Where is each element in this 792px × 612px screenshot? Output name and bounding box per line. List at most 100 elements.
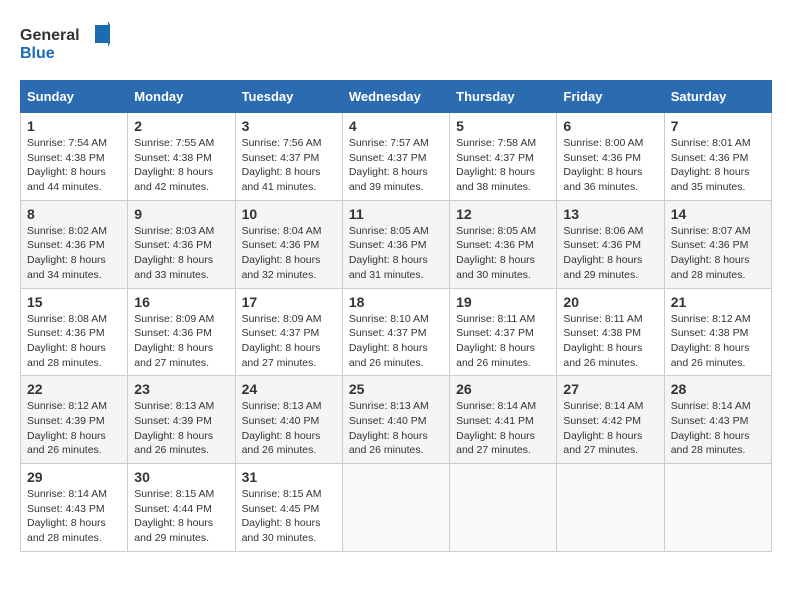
calendar: SundayMondayTuesdayWednesdayThursdayFrid… — [20, 80, 772, 552]
calendar-cell — [450, 464, 557, 552]
calendar-cell: 16 Sunrise: 8:09 AM Sunset: 4:36 PM Dayl… — [128, 288, 235, 376]
logo-svg: General Blue — [20, 20, 110, 70]
day-detail: Sunrise: 8:12 AM Sunset: 4:39 PM Dayligh… — [27, 399, 121, 458]
day-detail: Sunrise: 8:14 AM Sunset: 4:43 PM Dayligh… — [671, 399, 765, 458]
day-number: 5 — [456, 118, 550, 134]
day-number: 26 — [456, 381, 550, 397]
day-detail: Sunrise: 8:03 AM Sunset: 4:36 PM Dayligh… — [134, 224, 228, 283]
weekday-header-monday: Monday — [128, 81, 235, 113]
day-number: 3 — [242, 118, 336, 134]
calendar-cell — [342, 464, 449, 552]
day-number: 22 — [27, 381, 121, 397]
calendar-cell: 4 Sunrise: 7:57 AM Sunset: 4:37 PM Dayli… — [342, 113, 449, 201]
weekday-header-saturday: Saturday — [664, 81, 771, 113]
calendar-cell: 28 Sunrise: 8:14 AM Sunset: 4:43 PM Dayl… — [664, 376, 771, 464]
day-detail: Sunrise: 8:15 AM Sunset: 4:45 PM Dayligh… — [242, 487, 336, 546]
day-detail: Sunrise: 7:54 AM Sunset: 4:38 PM Dayligh… — [27, 136, 121, 195]
day-detail: Sunrise: 8:01 AM Sunset: 4:36 PM Dayligh… — [671, 136, 765, 195]
calendar-cell: 9 Sunrise: 8:03 AM Sunset: 4:36 PM Dayli… — [128, 200, 235, 288]
calendar-cell: 17 Sunrise: 8:09 AM Sunset: 4:37 PM Dayl… — [235, 288, 342, 376]
calendar-cell: 21 Sunrise: 8:12 AM Sunset: 4:38 PM Dayl… — [664, 288, 771, 376]
day-detail: Sunrise: 8:05 AM Sunset: 4:36 PM Dayligh… — [349, 224, 443, 283]
day-detail: Sunrise: 8:11 AM Sunset: 4:38 PM Dayligh… — [563, 312, 657, 371]
day-detail: Sunrise: 7:57 AM Sunset: 4:37 PM Dayligh… — [349, 136, 443, 195]
calendar-cell: 26 Sunrise: 8:14 AM Sunset: 4:41 PM Dayl… — [450, 376, 557, 464]
day-detail: Sunrise: 8:09 AM Sunset: 4:36 PM Dayligh… — [134, 312, 228, 371]
calendar-cell: 5 Sunrise: 7:58 AM Sunset: 4:37 PM Dayli… — [450, 113, 557, 201]
calendar-cell: 2 Sunrise: 7:55 AM Sunset: 4:38 PM Dayli… — [128, 113, 235, 201]
day-detail: Sunrise: 7:55 AM Sunset: 4:38 PM Dayligh… — [134, 136, 228, 195]
calendar-cell: 6 Sunrise: 8:00 AM Sunset: 4:36 PM Dayli… — [557, 113, 664, 201]
weekday-header-row: SundayMondayTuesdayWednesdayThursdayFrid… — [21, 81, 772, 113]
day-number: 28 — [671, 381, 765, 397]
calendar-week-row: 1 Sunrise: 7:54 AM Sunset: 4:38 PM Dayli… — [21, 113, 772, 201]
day-detail: Sunrise: 8:06 AM Sunset: 4:36 PM Dayligh… — [563, 224, 657, 283]
logo: General Blue — [20, 20, 110, 70]
day-number: 8 — [27, 206, 121, 222]
day-detail: Sunrise: 8:12 AM Sunset: 4:38 PM Dayligh… — [671, 312, 765, 371]
day-detail: Sunrise: 8:13 AM Sunset: 4:40 PM Dayligh… — [242, 399, 336, 458]
day-number: 17 — [242, 294, 336, 310]
day-number: 31 — [242, 469, 336, 485]
day-detail: Sunrise: 8:04 AM Sunset: 4:36 PM Dayligh… — [242, 224, 336, 283]
weekday-header-wednesday: Wednesday — [342, 81, 449, 113]
day-detail: Sunrise: 8:05 AM Sunset: 4:36 PM Dayligh… — [456, 224, 550, 283]
calendar-cell: 13 Sunrise: 8:06 AM Sunset: 4:36 PM Dayl… — [557, 200, 664, 288]
day-detail: Sunrise: 8:13 AM Sunset: 4:39 PM Dayligh… — [134, 399, 228, 458]
calendar-cell: 8 Sunrise: 8:02 AM Sunset: 4:36 PM Dayli… — [21, 200, 128, 288]
day-number: 7 — [671, 118, 765, 134]
day-detail: Sunrise: 8:13 AM Sunset: 4:40 PM Dayligh… — [349, 399, 443, 458]
day-number: 4 — [349, 118, 443, 134]
day-number: 6 — [563, 118, 657, 134]
calendar-cell: 25 Sunrise: 8:13 AM Sunset: 4:40 PM Dayl… — [342, 376, 449, 464]
weekday-header-tuesday: Tuesday — [235, 81, 342, 113]
day-number: 16 — [134, 294, 228, 310]
calendar-cell: 20 Sunrise: 8:11 AM Sunset: 4:38 PM Dayl… — [557, 288, 664, 376]
calendar-cell: 30 Sunrise: 8:15 AM Sunset: 4:44 PM Dayl… — [128, 464, 235, 552]
day-detail: Sunrise: 8:10 AM Sunset: 4:37 PM Dayligh… — [349, 312, 443, 371]
calendar-week-row: 15 Sunrise: 8:08 AM Sunset: 4:36 PM Dayl… — [21, 288, 772, 376]
day-detail: Sunrise: 8:02 AM Sunset: 4:36 PM Dayligh… — [27, 224, 121, 283]
day-number: 11 — [349, 206, 443, 222]
day-detail: Sunrise: 8:15 AM Sunset: 4:44 PM Dayligh… — [134, 487, 228, 546]
calendar-cell: 31 Sunrise: 8:15 AM Sunset: 4:45 PM Dayl… — [235, 464, 342, 552]
day-number: 10 — [242, 206, 336, 222]
calendar-cell: 11 Sunrise: 8:05 AM Sunset: 4:36 PM Dayl… — [342, 200, 449, 288]
header: General Blue — [20, 20, 772, 70]
day-number: 12 — [456, 206, 550, 222]
calendar-cell: 12 Sunrise: 8:05 AM Sunset: 4:36 PM Dayl… — [450, 200, 557, 288]
day-number: 15 — [27, 294, 121, 310]
calendar-cell: 15 Sunrise: 8:08 AM Sunset: 4:36 PM Dayl… — [21, 288, 128, 376]
calendar-week-row: 29 Sunrise: 8:14 AM Sunset: 4:43 PM Dayl… — [21, 464, 772, 552]
calendar-cell: 14 Sunrise: 8:07 AM Sunset: 4:36 PM Dayl… — [664, 200, 771, 288]
day-number: 9 — [134, 206, 228, 222]
calendar-cell — [664, 464, 771, 552]
day-number: 13 — [563, 206, 657, 222]
day-number: 21 — [671, 294, 765, 310]
weekday-header-friday: Friday — [557, 81, 664, 113]
calendar-cell: 7 Sunrise: 8:01 AM Sunset: 4:36 PM Dayli… — [664, 113, 771, 201]
calendar-cell: 1 Sunrise: 7:54 AM Sunset: 4:38 PM Dayli… — [21, 113, 128, 201]
svg-text:General: General — [20, 27, 80, 44]
day-number: 19 — [456, 294, 550, 310]
calendar-cell: 10 Sunrise: 8:04 AM Sunset: 4:36 PM Dayl… — [235, 200, 342, 288]
calendar-cell: 29 Sunrise: 8:14 AM Sunset: 4:43 PM Dayl… — [21, 464, 128, 552]
day-number: 30 — [134, 469, 228, 485]
day-detail: Sunrise: 8:00 AM Sunset: 4:36 PM Dayligh… — [563, 136, 657, 195]
calendar-cell: 19 Sunrise: 8:11 AM Sunset: 4:37 PM Dayl… — [450, 288, 557, 376]
day-detail: Sunrise: 8:09 AM Sunset: 4:37 PM Dayligh… — [242, 312, 336, 371]
day-number: 2 — [134, 118, 228, 134]
day-number: 14 — [671, 206, 765, 222]
day-detail: Sunrise: 7:58 AM Sunset: 4:37 PM Dayligh… — [456, 136, 550, 195]
calendar-week-row: 8 Sunrise: 8:02 AM Sunset: 4:36 PM Dayli… — [21, 200, 772, 288]
day-number: 23 — [134, 381, 228, 397]
day-detail: Sunrise: 8:08 AM Sunset: 4:36 PM Dayligh… — [27, 312, 121, 371]
svg-text:Blue: Blue — [20, 45, 55, 62]
calendar-cell: 18 Sunrise: 8:10 AM Sunset: 4:37 PM Dayl… — [342, 288, 449, 376]
day-detail: Sunrise: 7:56 AM Sunset: 4:37 PM Dayligh… — [242, 136, 336, 195]
day-detail: Sunrise: 8:14 AM Sunset: 4:43 PM Dayligh… — [27, 487, 121, 546]
day-number: 25 — [349, 381, 443, 397]
day-number: 1 — [27, 118, 121, 134]
day-detail: Sunrise: 8:14 AM Sunset: 4:41 PM Dayligh… — [456, 399, 550, 458]
weekday-header-thursday: Thursday — [450, 81, 557, 113]
